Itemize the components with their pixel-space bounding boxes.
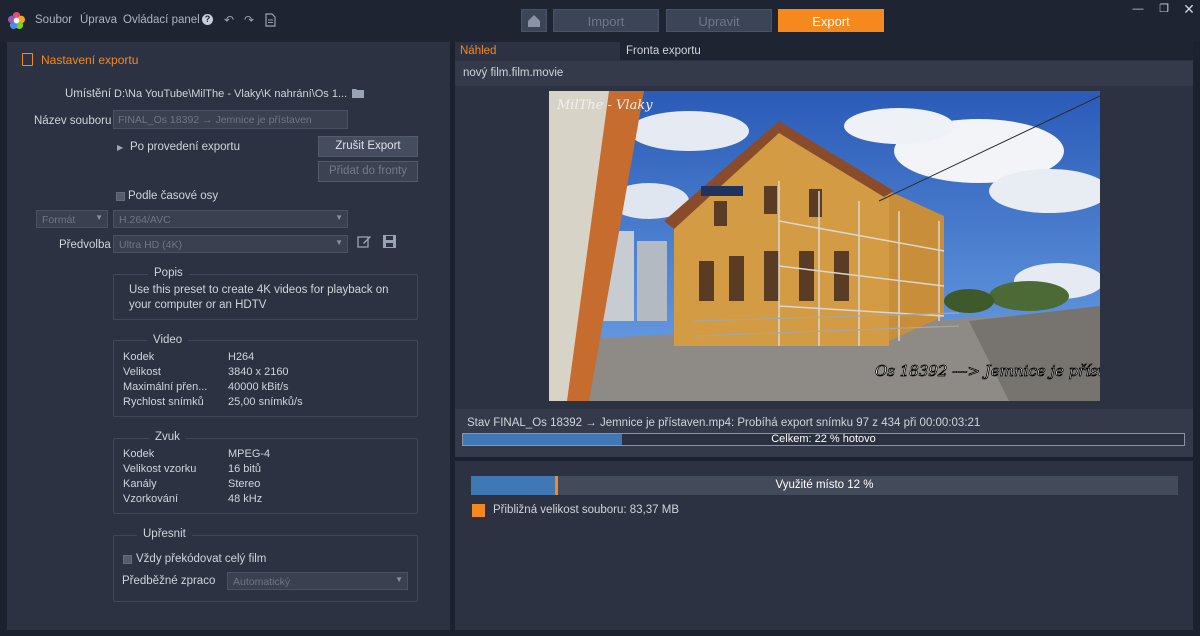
video-title: Video <box>147 334 189 346</box>
audio-row-label: Velikost vzorku <box>123 463 197 475</box>
legend-swatch <box>472 504 485 517</box>
tab-bar <box>620 42 1193 60</box>
always-reencode-checkbox[interactable] <box>123 555 132 564</box>
export-progress-text: Celkem: 22 % hotovo <box>771 433 876 445</box>
audio-row-value: 16 bitů <box>228 463 262 475</box>
edit-icon[interactable] <box>357 234 372 249</box>
close-icon[interactable]: ✕ <box>1182 2 1196 16</box>
video-row-label: Maximální přen... <box>123 381 208 393</box>
import-button[interactable]: Import <box>553 9 659 32</box>
description-title: Popis <box>148 267 189 279</box>
audio-row-value: 48 kHz <box>228 493 263 505</box>
watermark-text: MilThe - Vlaky <box>556 98 653 113</box>
add-to-queue-button[interactable]: Přidat do fronty <box>318 161 418 182</box>
chevron-down-icon: ▼ <box>335 213 343 222</box>
menu-control-panel[interactable]: Ovládací panel <box>123 14 200 26</box>
video-row-value: H264 <box>228 351 255 363</box>
timeline-label: Podle časové osy <box>128 190 219 202</box>
tab-preview[interactable]: Náhled <box>460 42 496 60</box>
export-settings-panel: Nastavení exportu Umístění D:\Na YouTube… <box>7 42 450 630</box>
preset-select[interactable]: Ultra HD (4K) ▼ <box>113 235 348 253</box>
export-settings-header: Nastavení exportu <box>22 53 138 67</box>
audio-row-value: Stereo <box>228 478 261 490</box>
menu-edit[interactable]: Úprava <box>80 14 117 26</box>
codec-value: H.264/AVC <box>119 214 171 226</box>
audio-title: Zvuk <box>149 431 186 443</box>
refine-group <box>113 535 418 602</box>
prerender-value: Automatický <box>233 576 291 588</box>
menu-file[interactable]: Soubor <box>35 14 72 26</box>
disk-usage-text: Využité místo 12 % <box>775 479 874 491</box>
audio-row-label: Vzorkování <box>123 493 179 505</box>
video-row-label: Kodek <box>123 351 155 363</box>
preset-label: Předvolba <box>59 239 111 251</box>
location-label: Umístění <box>65 88 112 100</box>
chevron-down-icon: ▼ <box>335 238 343 247</box>
disk-usage-panel: Využité místo 12 % Přibližná velikost so… <box>455 461 1193 630</box>
prerender-select[interactable]: Automatický ▼ <box>227 572 408 590</box>
video-row-value: 25,00 snímků/s <box>228 396 303 408</box>
estimated-size-text: Přibližná velikost souboru: 83,37 MB <box>493 504 680 516</box>
timeline-checkbox[interactable] <box>116 192 125 201</box>
redo-icon[interactable]: ↷ <box>242 13 256 27</box>
chevron-down-icon: ▼ <box>95 213 103 222</box>
file-name: nový film.film.movie <box>463 67 564 79</box>
after-export-label[interactable]: Po provedení exportu <box>130 141 240 153</box>
export-settings-title: Nastavení exportu <box>41 53 139 67</box>
edit-button[interactable]: Upravit <box>666 9 772 32</box>
always-reencode-label: Vždy překódovat celý film <box>136 553 267 565</box>
audio-row-label: Kanály <box>123 478 157 490</box>
export-status-bar: Stav FINAL_Os 18392 → Jemnice je přístav… <box>455 409 1193 457</box>
video-preview: MilThe - Vlaky Os 18392 ---> Jemnice je … <box>549 91 1100 401</box>
filename-input[interactable]: FINAL_Os 18392 → Jemnice je přístaven <box>113 110 348 129</box>
tab-export-queue[interactable]: Fronta exportu <box>626 42 701 60</box>
format-select-label: Formát <box>42 214 76 226</box>
video-row-value: 3840 x 2160 <box>228 366 289 378</box>
app-logo-icon <box>7 11 26 30</box>
top-bar: Soubor Úprava Ovládací panel ? ↶ ↷ Impor… <box>0 0 1200 42</box>
export-button[interactable]: Export <box>778 9 884 32</box>
cancel-export-button[interactable]: Zrušit Export <box>318 136 418 157</box>
filename-label: Název souboru <box>34 115 112 127</box>
disk-usage-bar: Využité místo 12 % <box>471 476 1178 495</box>
audio-row-value: MPEG-4 <box>228 448 271 460</box>
format-select[interactable]: Formát ▼ <box>36 210 108 228</box>
file-name-bar: nový film.film.movie <box>455 61 1193 86</box>
home-icon <box>528 15 540 27</box>
refine-title: Upřesnit <box>137 528 192 540</box>
chevron-down-icon: ▼ <box>395 575 403 584</box>
video-row-value: 40000 kBit/s <box>228 381 289 393</box>
description-text: Use this preset to create 4K videos for … <box>129 284 389 311</box>
undo-icon[interactable]: ↶ <box>222 13 236 27</box>
export-progress-bar: Celkem: 22 % hotovo <box>462 433 1185 446</box>
prerender-label: Předběžné zpraco <box>122 575 216 587</box>
audio-row-label: Kodek <box>123 448 155 460</box>
export-status-text: Stav FINAL_Os 18392 → Jemnice je přístav… <box>467 417 981 429</box>
restore-icon[interactable]: ❐ <box>1157 2 1171 16</box>
help-icon[interactable]: ? <box>202 14 213 25</box>
home-button[interactable] <box>521 9 547 32</box>
minimize-icon[interactable]: — <box>1131 2 1145 16</box>
settings-document-icon <box>22 53 33 66</box>
expand-arrow-icon[interactable]: ▶ <box>117 143 123 152</box>
folder-icon[interactable] <box>352 88 364 98</box>
caption-text: Os 18392 ---> Jemnice je přístaven. <box>875 362 1100 380</box>
codec-select[interactable]: H.264/AVC ▼ <box>113 210 348 228</box>
video-row-label: Rychlost snímků <box>123 396 204 408</box>
video-row-label: Velikost <box>123 366 161 378</box>
preset-value: Ultra HD (4K) <box>119 239 183 251</box>
location-value: D:\Na YouTube\MilThe - Vlaky\K nahrání\O… <box>114 88 348 100</box>
preview-panel: Náhled Fronta exportu nový film.film.mov… <box>455 42 1193 457</box>
save-icon[interactable] <box>382 234 397 249</box>
document-icon[interactable] <box>263 13 277 27</box>
